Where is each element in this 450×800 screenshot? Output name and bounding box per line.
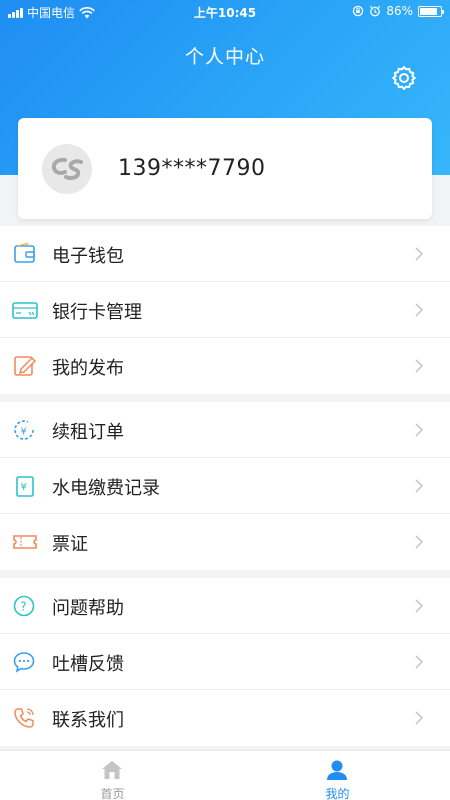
tab-label: 我的 <box>325 787 350 800</box>
menu-label: 水电缴费记录 <box>52 478 160 499</box>
status-bar: 中国电信 上午10:45 86% <box>0 0 450 24</box>
chevron-right-icon <box>415 423 424 437</box>
menu-group-orders: ¥ 续租订单 ¥ 水电缴费记录 票证 <box>0 402 450 570</box>
cs-logo <box>51 157 83 180</box>
user-icon <box>327 760 347 780</box>
menu-group-account: 电子钱包 银行卡管理 我的发布 <box>0 226 450 394</box>
help-icon: ? <box>13 595 35 617</box>
wallet-icon <box>14 242 35 263</box>
menu-item-renewal-orders[interactable]: ¥ 续租订单 <box>0 402 450 458</box>
menu-label: 问题帮助 <box>52 598 124 619</box>
menu-item-utility-bills[interactable]: ¥ 水电缴费记录 <box>0 458 450 514</box>
svg-text:¥: ¥ <box>21 482 27 493</box>
chevron-right-icon <box>415 359 424 373</box>
personal-center-screen: 中国电信 上午10:45 86% 个人中心 139****7790 电子钱包 银… <box>0 0 450 800</box>
menu-item-bank-card[interactable]: 银行卡管理 <box>0 282 450 338</box>
menu-label: 续租订单 <box>52 422 124 443</box>
menu-group-support: ? 问题帮助 吐槽反馈 联系我们 <box>0 578 450 746</box>
avatar[interactable] <box>42 144 92 194</box>
menu-label: 吐槽反馈 <box>52 654 124 675</box>
menu-item-tickets[interactable]: 票证 <box>0 514 450 570</box>
tab-mine[interactable]: 我的 <box>225 751 450 800</box>
menu-item-feedback[interactable]: 吐槽反馈 <box>0 634 450 690</box>
tab-home[interactable]: 首页 <box>0 751 225 800</box>
home-icon <box>102 761 122 779</box>
battery-percent: 86% <box>386 4 413 18</box>
edit-icon <box>14 356 37 376</box>
svg-text:?: ? <box>20 600 26 614</box>
bottom-tab-bar: 首页 我的 <box>0 750 450 800</box>
tab-label: 首页 <box>100 787 125 800</box>
renewal-icon: ¥ <box>14 420 34 440</box>
chevron-right-icon <box>415 535 424 549</box>
menu-label: 票证 <box>52 534 88 555</box>
chevron-right-icon <box>415 247 424 261</box>
status-right: 86% <box>352 4 444 18</box>
gear-icon[interactable] <box>390 64 418 92</box>
menu-item-my-posts[interactable]: 我的发布 <box>0 338 450 394</box>
phone-icon <box>14 708 34 728</box>
chevron-right-icon <box>415 711 424 725</box>
menu-label: 联系我们 <box>52 710 124 731</box>
profile-card[interactable]: 139****7790 <box>18 118 432 219</box>
ticket-icon <box>13 535 37 549</box>
chevron-right-icon <box>415 655 424 669</box>
alarm-icon <box>370 5 381 17</box>
battery-icon <box>418 5 444 17</box>
bill-icon: ¥ <box>16 476 34 497</box>
chevron-right-icon <box>415 599 424 613</box>
menu-item-contact-us[interactable]: 联系我们 <box>0 690 450 746</box>
feedback-icon <box>13 652 35 673</box>
menu-label: 我的发布 <box>52 358 124 379</box>
menu-item-help[interactable]: ? 问题帮助 <box>0 578 450 634</box>
chevron-right-icon <box>415 303 424 317</box>
battery-fill <box>420 7 438 15</box>
page-title: 个人中心 <box>184 46 265 68</box>
menu-item-wallet[interactable]: 电子钱包 <box>0 226 450 282</box>
menu-label: 电子钱包 <box>52 246 124 267</box>
bank-card-icon <box>12 302 38 319</box>
svg-text:¥: ¥ <box>21 427 27 438</box>
chevron-right-icon <box>415 479 424 493</box>
rotation-lock-icon <box>353 5 364 17</box>
user-phone: 139****7790 <box>118 156 266 181</box>
menu-label: 银行卡管理 <box>52 302 142 323</box>
